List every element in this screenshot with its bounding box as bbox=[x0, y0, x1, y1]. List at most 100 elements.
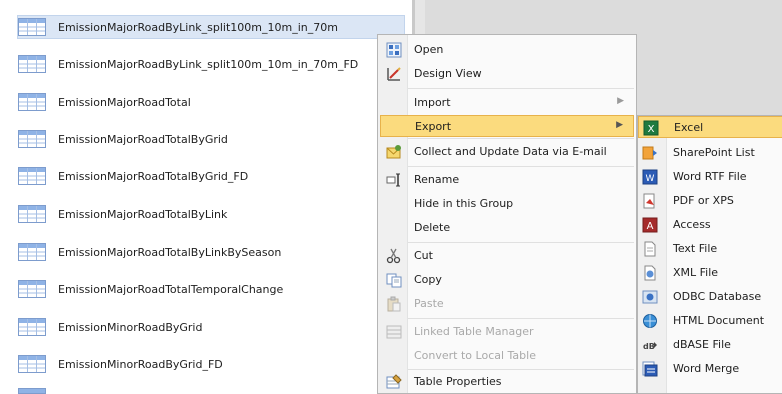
menu-item-label: Export bbox=[415, 120, 452, 133]
table-icon bbox=[18, 55, 46, 73]
menu-item-hide-in-group[interactable]: Hide in this Group bbox=[380, 193, 634, 215]
open-icon bbox=[386, 42, 402, 58]
submenu-item-label: SharePoint List bbox=[673, 146, 755, 159]
nav-item-label: EmissionMinorRoadByGrid bbox=[58, 320, 203, 334]
nav-item-label: EmissionMajorRoadTotalByGrid bbox=[58, 132, 228, 146]
menu-item-label: Import bbox=[414, 96, 451, 109]
nav-item-table[interactable]: EmissionMajorRoadByLink_split100m_10m_in… bbox=[17, 15, 405, 39]
export-word-merge[interactable]: Word Merge bbox=[638, 358, 782, 380]
menu-separator bbox=[408, 318, 634, 319]
svg-text:A: A bbox=[647, 221, 654, 232]
nav-item-table[interactable]: EmissionMajorRoadByLink_split100m_10m_in… bbox=[18, 52, 410, 76]
export-excel[interactable]: X Excel bbox=[638, 116, 782, 138]
export-text-file[interactable]: Text File bbox=[638, 238, 782, 260]
menu-item-linked-table-manager[interactable]: Linked Table Manager bbox=[380, 321, 634, 343]
design-view-icon bbox=[387, 67, 401, 81]
menu-item-design-view[interactable]: Design View bbox=[380, 63, 634, 85]
export-submenu: X Excel SharePoint List W Word RTF File … bbox=[637, 115, 782, 394]
menu-item-table-properties[interactable]: Table Properties bbox=[380, 371, 634, 393]
submenu-item-label: Excel bbox=[674, 121, 704, 134]
nav-item-label: EmissionMajorRoadTotal bbox=[58, 95, 191, 109]
menu-item-export[interactable]: Export ▶ bbox=[380, 115, 634, 137]
submenu-arrow-icon: ▶ bbox=[617, 96, 624, 106]
table-icon bbox=[18, 167, 46, 185]
access-icon: A bbox=[642, 217, 658, 233]
table-icon bbox=[18, 93, 46, 111]
nav-item-label: EmissionMajorRoadTotalByLink bbox=[58, 207, 228, 221]
table-icon bbox=[18, 280, 46, 298]
table-icon bbox=[18, 18, 46, 36]
menu-item-open[interactable]: Open bbox=[380, 39, 634, 61]
submenu-item-label: HTML Document bbox=[673, 314, 765, 327]
menu-item-cut[interactable]: Cut bbox=[380, 245, 634, 267]
svg-text:X: X bbox=[648, 124, 655, 135]
export-word-rtf[interactable]: W Word RTF File bbox=[638, 166, 782, 188]
nav-item-table[interactable]: EmissionMinorRoadByGrid_FD bbox=[18, 352, 410, 376]
export-odbc-database[interactable]: ODBC Database bbox=[638, 286, 782, 308]
export-pdf-xps[interactable]: PDF or XPS bbox=[638, 190, 782, 212]
menu-item-label: Open bbox=[414, 43, 444, 56]
menu-item-rename[interactable]: Rename bbox=[380, 169, 634, 191]
nav-item-table[interactable]: EmissionMajorRoadTotalByLinkBySeason bbox=[18, 240, 410, 264]
menu-item-paste[interactable]: Paste bbox=[380, 293, 634, 315]
nav-item-table[interactable]: EmissionMinorRoadByGrid bbox=[18, 315, 410, 339]
submenu-item-label: ODBC Database bbox=[673, 290, 762, 303]
menu-separator bbox=[408, 369, 634, 370]
text-file-icon bbox=[644, 241, 656, 257]
nav-item-table[interactable]: EmissionMajorRoadTotalByLink bbox=[18, 202, 410, 226]
menu-item-copy[interactable]: Copy bbox=[380, 269, 634, 291]
menu-item-label: Delete bbox=[414, 221, 451, 234]
table-icon bbox=[18, 205, 46, 223]
table-icon bbox=[18, 243, 46, 261]
export-dbase-file[interactable]: dB dBASE File bbox=[638, 334, 782, 356]
nav-item-label: EmissionMajorRoadTotalByLinkBySeason bbox=[58, 245, 282, 259]
export-html-document[interactable]: HTML Document bbox=[638, 310, 782, 332]
nav-item-table[interactable]: EmissionMajorRoadTotal bbox=[18, 90, 410, 114]
menu-item-convert-to-local[interactable]: Convert to Local Table bbox=[380, 345, 634, 367]
menu-item-delete[interactable]: Delete bbox=[380, 217, 634, 239]
dbase-icon: dB bbox=[643, 342, 657, 351]
menu-item-label: Paste bbox=[414, 297, 444, 310]
submenu-item-label: PDF or XPS bbox=[673, 194, 734, 207]
nav-item-label: EmissionMinorRoadByGrid_FD bbox=[58, 357, 223, 371]
menu-item-import[interactable]: Import ▶ bbox=[380, 92, 634, 114]
menu-separator bbox=[408, 242, 634, 243]
nav-item-table[interactable]: EmissionMajorRoadTotalByGrid bbox=[18, 127, 410, 151]
sharepoint-icon bbox=[642, 146, 657, 160]
submenu-item-label: Access bbox=[673, 218, 711, 231]
menu-separator bbox=[408, 88, 634, 89]
table-properties-icon bbox=[386, 374, 402, 389]
export-xml-file[interactable]: XML File bbox=[638, 262, 782, 284]
nav-item-label: EmissionMajorRoadByLink_split100m_10m_in… bbox=[58, 57, 359, 71]
nav-item-table[interactable]: EmissionMajorRoadTotalTemporalChange bbox=[18, 277, 410, 301]
nav-item-label: EmissionMajorRoadByLink_split100m_10m_in… bbox=[58, 20, 338, 34]
menu-separator bbox=[408, 138, 634, 139]
submenu-item-label: Word Merge bbox=[673, 362, 740, 375]
menu-item-label: Design View bbox=[414, 67, 482, 80]
export-access[interactable]: A Access bbox=[638, 214, 782, 236]
submenu-item-label: XML File bbox=[673, 266, 719, 279]
svg-text:dB: dB bbox=[643, 342, 655, 351]
html-document-icon bbox=[643, 314, 657, 328]
submenu-arrow-icon: ▶ bbox=[616, 120, 623, 130]
menu-separator bbox=[408, 166, 634, 167]
rename-icon bbox=[386, 173, 400, 187]
menu-item-label: Hide in this Group bbox=[414, 197, 514, 210]
menu-item-collect-data[interactable]: Collect and Update Data via E-mail bbox=[380, 141, 634, 163]
scissors-icon bbox=[386, 248, 401, 264]
submenu-item-label: Text File bbox=[673, 242, 718, 255]
pdf-icon bbox=[643, 193, 655, 209]
menu-item-label: Copy bbox=[414, 273, 442, 286]
word-merge-icon bbox=[642, 361, 658, 377]
table-icon bbox=[18, 130, 46, 148]
menu-item-label: Convert to Local Table bbox=[414, 349, 536, 362]
nav-item-label: EmissionMajorRoadTotalByGrid_FD bbox=[58, 169, 249, 183]
export-sharepoint-list[interactable]: SharePoint List bbox=[638, 142, 782, 164]
nav-item-table[interactable]: EmissionMajorRoadTotalByGrid_FD bbox=[18, 164, 410, 188]
copy-icon bbox=[386, 273, 402, 288]
excel-icon: X bbox=[643, 120, 659, 136]
navigation-pane: EmissionMajorRoadByLink_split100m_10m_in… bbox=[0, 0, 412, 394]
table-icon bbox=[18, 318, 46, 336]
nav-item-label: EmissionMajorRoadTotalTemporalChange bbox=[58, 282, 284, 296]
submenu-item-label: Word RTF File bbox=[673, 170, 747, 183]
